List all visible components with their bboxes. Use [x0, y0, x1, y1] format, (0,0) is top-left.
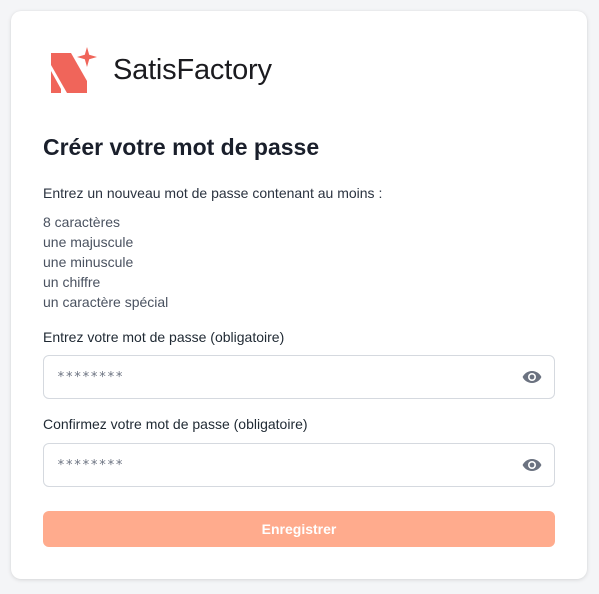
brand-logo: SatisFactory [49, 45, 272, 95]
brand-name: SatisFactory [113, 53, 272, 86]
password-input[interactable] [44, 356, 521, 398]
password-intro: Entrez un nouveau mot de passe contenant… [43, 185, 383, 201]
page-title: Créer votre mot de passe [43, 134, 320, 160]
requirement-item: une minuscule [43, 254, 134, 270]
requirement-item: 8 caractères [43, 214, 121, 230]
password-field [43, 355, 555, 399]
satisfactory-logo-icon [51, 47, 97, 93]
save-button[interactable]: Enregistrer [43, 511, 555, 547]
password-card: SatisFactory Créer votre mot de passe En… [11, 11, 587, 579]
requirement-item: un caractère spécial [43, 294, 169, 310]
confirm-password-field [43, 443, 555, 487]
password-requirements-list: 8 caractères une majuscule une minuscule… [43, 212, 168, 312]
requirement-item: un chiffre [43, 274, 101, 290]
password-label: Entrez votre mot de passe (obligatoire) [43, 329, 285, 345]
requirement-item: une majuscule [43, 234, 134, 250]
eye-icon[interactable] [521, 454, 543, 476]
confirm-password-label: Confirmez votre mot de passe (obligatoir… [43, 416, 308, 432]
confirm-password-input[interactable] [44, 444, 521, 486]
eye-icon[interactable] [521, 366, 543, 388]
